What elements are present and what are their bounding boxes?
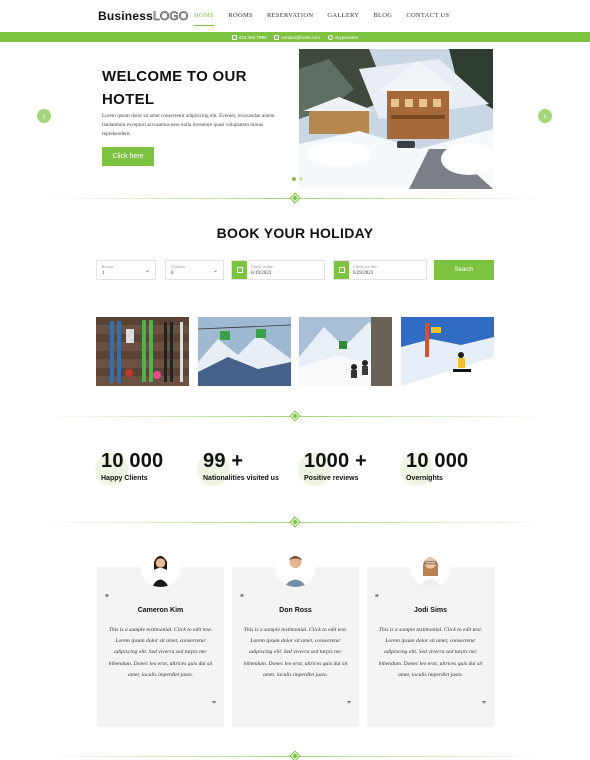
checkout-label: Check-out date <box>353 264 378 269</box>
click-here-button[interactable]: Click here <box>102 147 154 166</box>
main-nav: HOME ROOMS RESERVATION GALLERY BLOG CONT… <box>194 12 463 26</box>
email-item[interactable]: contact@hotel.com <box>274 34 321 40</box>
booking-title: BOOK YOUR HOLIDAY <box>216 225 374 241</box>
children-label: Children <box>171 264 185 269</box>
checkin-date-field[interactable]: Check-in date 6/19/2023 <box>231 260 325 280</box>
avatar <box>275 546 316 587</box>
testimonial-text: This is a sample testimonial. Click to e… <box>243 627 348 678</box>
rooms-value: 1 <box>102 271 105 276</box>
quote-open-icon: “ <box>240 593 244 602</box>
logo-bold-text: Business <box>98 9 153 23</box>
slider-dot-1[interactable] <box>292 177 296 181</box>
testimonial-name: Cameron Kim <box>137 607 184 614</box>
phone-item[interactable]: 023 456 7890 <box>231 34 267 40</box>
slider-dot-2[interactable] <box>299 177 303 181</box>
stat-number: 99 + <box>203 450 244 472</box>
stat-nationalities: 99 + Nationalities visited us <box>197 450 303 486</box>
testimonial-name: Don Ross <box>279 607 312 614</box>
divider-ornament-icon <box>289 192 301 204</box>
email-text: contact@hotel.com <box>281 34 321 40</box>
nav-gallery[interactable]: GALLERY <box>327 12 359 26</box>
checkin-label: Check-in date <box>251 264 274 269</box>
stat-label: Overnights <box>406 475 443 482</box>
testimonial-card: “ Jodi Sims This is a sample testimonial… <box>367 546 494 727</box>
testimonial-card: “ Don Ross This is a sample testimonial.… <box>232 546 359 727</box>
stat-label: Positive reviews <box>304 475 359 482</box>
gallery-image-skiers[interactable] <box>299 317 392 386</box>
slider-prev-button[interactable]: ‹ <box>37 109 51 123</box>
slider-next-button[interactable]: › <box>538 109 552 123</box>
quote-close-icon: ” <box>347 700 351 709</box>
contact-bar: 023 456 7890 contact@hotel.com skypename <box>0 32 590 42</box>
stat-happy-clients: 10 000 Happy Clients <box>95 450 201 486</box>
logo-light-text: LOGO <box>152 9 189 24</box>
quote-close-icon: ” <box>212 700 216 709</box>
calendar-icon <box>232 261 247 279</box>
rooms-select[interactable]: Rooms 1 ⌄ <box>96 260 156 280</box>
testimonial-text: This is a sample testimonial. Click to e… <box>108 627 213 678</box>
avatar <box>410 546 451 587</box>
stat-number: 10 000 <box>101 450 164 472</box>
gallery-image-snowboarder[interactable] <box>401 317 494 386</box>
quote-open-icon: “ <box>375 593 379 602</box>
stat-label: Nationalities visited us <box>203 475 279 482</box>
gallery-image-ski-gear[interactable] <box>96 317 189 386</box>
stat-positive-reviews: 1000 + Positive reviews <box>298 450 404 486</box>
phone-icon <box>231 34 237 40</box>
quote-close-icon: ” <box>482 700 486 709</box>
hotel-photo <box>299 49 493 189</box>
stat-number: 10 000 <box>406 450 469 472</box>
checkin-value: 6/19/2023 <box>251 271 272 276</box>
hero-title: WELCOME TO OUR HOTEL <box>102 68 247 108</box>
section-divider <box>40 750 550 760</box>
testimonial-text: This is a sample testimonial. Click to e… <box>378 627 483 678</box>
calendar-icon <box>334 261 349 279</box>
skype-icon <box>328 34 334 40</box>
mail-icon <box>274 34 280 40</box>
avatar <box>140 546 181 587</box>
stat-number: 1000 + <box>304 450 367 472</box>
testimonial-name: Jodi Sims <box>413 607 448 614</box>
stat-label: Happy Clients <box>101 475 148 482</box>
gallery-image-gondola[interactable] <box>198 317 291 386</box>
children-value: 0 <box>171 271 174 276</box>
testimonial-card: “ Cameron Kim This is a sample testimoni… <box>97 546 224 727</box>
phone-text: 023 456 7890 <box>238 34 267 40</box>
checkout-value: 6/29/2023 <box>353 271 374 276</box>
quote-open-icon: “ <box>105 593 109 602</box>
nav-contact-us[interactable]: CONTACT US <box>406 12 449 26</box>
divider-ornament-icon <box>289 750 301 760</box>
children-select[interactable]: Children 0 ⌄ <box>165 260 224 280</box>
hero-text: Lorem ipsum dolor sit amet consectetur a… <box>102 113 275 137</box>
search-button[interactable]: Search <box>434 260 494 280</box>
skype-item[interactable]: skypename <box>328 34 359 40</box>
section-divider <box>40 516 550 528</box>
section-divider <box>40 192 550 204</box>
nav-rooms[interactable]: ROOMS <box>228 12 253 26</box>
divider-ornament-icon <box>289 410 301 422</box>
chevron-down-icon: ⌄ <box>144 268 150 274</box>
divider-ornament-icon <box>289 516 301 528</box>
slider-dots <box>292 177 303 181</box>
section-divider <box>40 410 550 422</box>
skype-text: skypename <box>335 34 359 40</box>
nav-home[interactable]: HOME <box>194 12 215 26</box>
nav-reservation[interactable]: RESERVATION <box>267 12 313 26</box>
chevron-down-icon: ⌄ <box>212 268 218 274</box>
nav-blog[interactable]: BLOG <box>373 12 392 26</box>
rooms-label: Rooms <box>102 264 114 269</box>
site-logo[interactable]: BusinessLOGO <box>98 9 189 24</box>
checkout-date-field[interactable]: Check-out date 6/29/2023 <box>333 260 427 280</box>
stat-overnights: 10 000 Overnights <box>400 450 506 486</box>
